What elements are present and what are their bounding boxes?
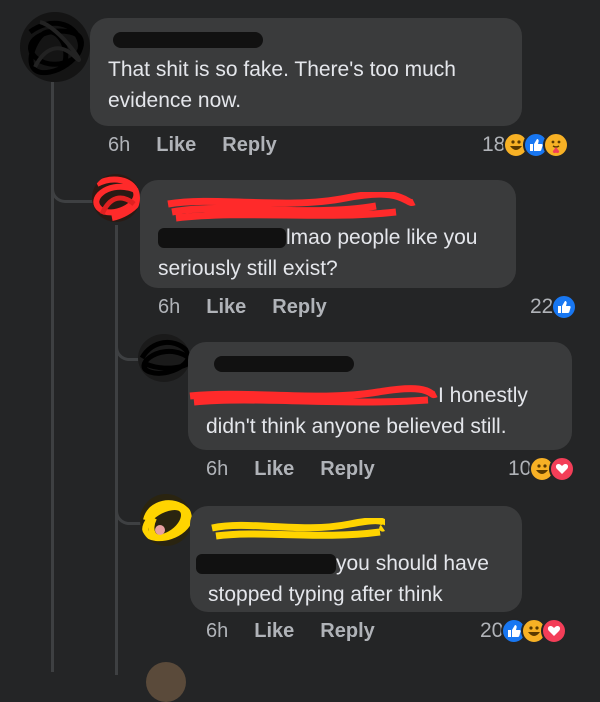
name-redaction <box>214 356 354 372</box>
mention-redaction <box>189 385 438 406</box>
love-icon <box>541 618 568 644</box>
reply-button[interactable]: Reply <box>222 134 276 157</box>
comment-text: you should have stopped typing after thi… <box>196 548 504 610</box>
reaction-summary[interactable]: 20 <box>480 618 568 644</box>
comment-bubble[interactable]: lmao people like you seriously still exi… <box>140 180 516 288</box>
reply-connector-2 <box>115 320 140 361</box>
comment-actions: 6h Like Reply <box>206 458 401 481</box>
like-button[interactable]: Like <box>254 620 294 643</box>
timestamp: 6h <box>206 620 229 642</box>
reaction-count: 10 <box>508 457 532 480</box>
reply-button[interactable]: Reply <box>320 458 374 481</box>
avatar[interactable] <box>20 12 90 82</box>
comment-text: lmao people like you seriously still exi… <box>158 222 498 284</box>
mention-redaction <box>196 554 336 575</box>
reaction-summary[interactable]: 10 <box>508 456 576 482</box>
love-icon <box>549 456 576 482</box>
comment-actions: 6h Like Reply <box>206 620 401 643</box>
scribble-redaction <box>93 176 140 221</box>
mention-redaction <box>158 228 286 249</box>
reaction-count: 20 <box>480 619 504 642</box>
like-icon <box>551 294 578 320</box>
scribble-redaction <box>142 500 192 542</box>
reaction-summary[interactable]: 18 <box>482 132 570 158</box>
comment-actions: 6h Like Reply <box>158 296 353 319</box>
name-redaction <box>167 192 416 222</box>
avatar[interactable] <box>138 334 190 382</box>
name-redaction <box>211 518 385 540</box>
timestamp: 6h <box>158 296 181 318</box>
avatar[interactable] <box>92 174 140 222</box>
like-button[interactable]: Like <box>206 296 246 319</box>
comment-bubble[interactable]: I honestly didn't think anyone believed … <box>188 342 572 450</box>
reply-connector-1 <box>51 150 94 203</box>
comment-actions: 6h Like Reply <box>108 134 303 157</box>
comment-bubble[interactable]: That shit is so fake. There's too much e… <box>90 18 522 126</box>
comment-text: That shit is so fake. There's too much e… <box>108 58 456 112</box>
reply-button[interactable]: Reply <box>272 296 326 319</box>
name-redaction <box>113 32 263 48</box>
comment-bubble[interactable]: you should have stopped typing after thi… <box>190 506 522 612</box>
avatar[interactable] <box>140 494 192 546</box>
reaction-summary[interactable]: 22 <box>530 294 578 320</box>
avatar[interactable] <box>146 662 186 702</box>
scribble-redaction <box>28 20 84 76</box>
like-button[interactable]: Like <box>254 458 294 481</box>
reply-button[interactable]: Reply <box>320 620 374 643</box>
timestamp: 6h <box>108 134 131 156</box>
thread-line-reply <box>115 225 118 675</box>
like-button[interactable]: Like <box>156 134 196 157</box>
comment-text: I honestly didn't think anyone believed … <box>189 380 554 442</box>
care-icon <box>543 132 570 158</box>
scribble-redaction <box>139 340 190 376</box>
reaction-count: 22 <box>530 295 554 318</box>
timestamp: 6h <box>206 458 229 480</box>
reaction-count: 18 <box>482 133 506 156</box>
